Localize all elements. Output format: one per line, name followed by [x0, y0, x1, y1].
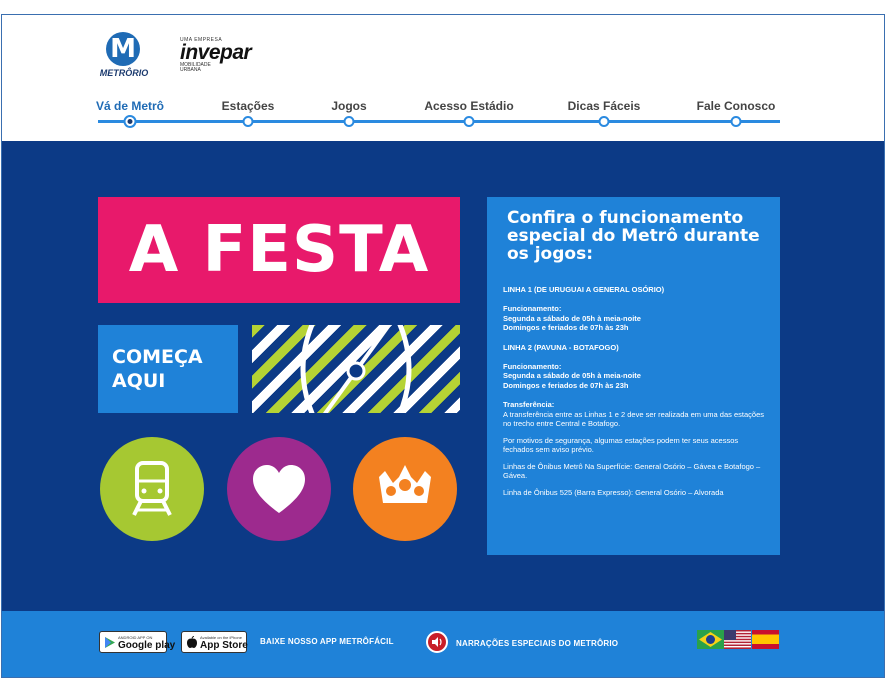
info-heading: Confira o funcionamento especial do Metr…: [507, 208, 760, 264]
heart-button[interactable]: [227, 437, 331, 541]
linha2-hours-line: Segunda a sábado de 05h à meia-noite: [503, 371, 641, 380]
header: M METRÔRIO UMA EMPRESA invepar MOBILIDAD…: [2, 15, 884, 141]
train-icon: [132, 461, 172, 516]
heart-icon: [253, 465, 305, 513]
nav-dot-active: [125, 117, 135, 126]
stadium-graphic: [252, 325, 460, 413]
linha1-hours-line: Domingos e feriados de 07h às 23h: [503, 323, 629, 332]
fans-button[interactable]: [353, 437, 457, 541]
nav-line: [98, 120, 780, 123]
linha2-hours-line: Funcionamento:: [503, 361, 562, 371]
stadium-field-icon: [300, 325, 412, 413]
nav-dot: [463, 116, 475, 127]
hero-title: A FESTA: [98, 197, 460, 303]
linha2-title: LINHA 2 (PAVUNA - BOTAFOGO): [503, 342, 619, 352]
hero-subtitle-line1: COMEÇA: [112, 346, 203, 368]
google-play-badge[interactable]: ANDROID APP ON Google play: [99, 631, 175, 653]
app-store-badge[interactable]: Available on the iPhone App Store: [181, 631, 248, 653]
nav-item-label: Estações: [221, 99, 275, 113]
metrorio-logo[interactable]: M METRÔRIO: [98, 32, 150, 82]
linha2-hours: Funcionamento: Segunda a sábado de 05h à…: [503, 362, 768, 391]
nav-item-label: Acesso Estádio: [424, 99, 514, 113]
info-panel: Confira o funcionamento especial do Metr…: [487, 197, 780, 555]
main-nav: Vá de Metrô Estações Jogos Acesso Estádi…: [95, 99, 780, 129]
bus-text: Linhas de Ônibus Metrô Na Superfície: Ge…: [503, 461, 761, 481]
fans-icon: [379, 465, 431, 503]
app-store-name: App Store: [200, 640, 248, 651]
google-play-name: Google play: [118, 640, 176, 651]
nav-dot: [343, 116, 355, 127]
linha1-hours-line: Segunda a sábado de 05h à meia-noite: [503, 313, 641, 323]
metro-m-icon: M: [106, 32, 140, 66]
security-text: Por motivos de segurança, algumas estaçõ…: [503, 435, 739, 455]
hero-subtitle: COMEÇA AQUI: [98, 325, 238, 413]
nav-item-label: Dicas Fáceis: [567, 99, 641, 113]
usa-flag-icon[interactable]: [724, 630, 751, 649]
apple-icon: [187, 636, 197, 648]
nav-dot: [242, 116, 254, 127]
nav-item-label: Vá de Metrô: [95, 99, 165, 113]
bus525-text: Linha de Ônibus 525 (Barra Expresso): Ge…: [503, 487, 724, 497]
transfer-title: Transferência:: [503, 400, 555, 409]
brazil-flag-shape: [699, 632, 722, 647]
linha1-title: LINHA 1 (DE URUGUAI A GENERAL OSÓRIO): [503, 285, 665, 294]
brazil-flag-icon[interactable]: [697, 630, 724, 649]
nav-dot: [598, 116, 610, 127]
spain-flag-icon[interactable]: [752, 630, 779, 649]
linha2-hours-line: Domingos e feriados de 07h às 23h: [503, 380, 629, 390]
transfer-text: A transferência entre as Linhas 1 e 2 de…: [503, 409, 764, 429]
speaker-button[interactable]: [426, 631, 448, 653]
hero-subtitle-line2: AQUI: [112, 370, 166, 392]
main-banner: A FESTA COMEÇA AQUI Confira o funcioname…: [2, 141, 884, 611]
nav-item-label: Jogos: [331, 99, 367, 113]
linha1-hours-line: Funcionamento:: [503, 304, 562, 313]
invepar-logo: UMA EMPRESA invepar MOBILIDADE URBANA: [180, 37, 260, 77]
app-download-text: BAIXE NOSSO APP METRÔFÁCIL: [260, 637, 394, 646]
nav-item-label: Fale Conosco: [696, 99, 776, 113]
invepar-sub2: URBANA: [180, 67, 201, 73]
google-play-icon: [105, 637, 115, 648]
metro-logo-text: METRÔRIO: [99, 68, 149, 78]
footer: ANDROID APP ON Google play Available on …: [2, 611, 884, 677]
narration-text[interactable]: NARRAÇÕES ESPECIAIS DO METRÔRIO: [456, 639, 618, 648]
linha1-hours: Funcionamento: Segunda a sábado de 05h à…: [503, 304, 768, 333]
invepar-name: invepar: [180, 41, 252, 64]
page-frame: M METRÔRIO UMA EMPRESA invepar MOBILIDAD…: [1, 14, 885, 678]
train-button[interactable]: [100, 437, 204, 541]
nav-dot: [730, 116, 742, 127]
speaker-icon: [432, 637, 442, 647]
usa-flag-shape: [724, 630, 751, 649]
